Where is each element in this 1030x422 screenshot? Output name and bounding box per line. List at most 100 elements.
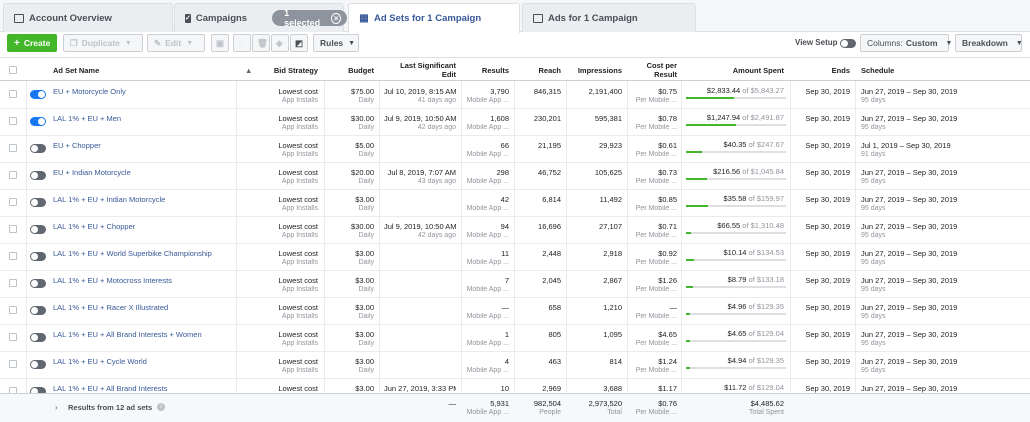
header-bid-strategy[interactable]: Bid Strategy	[250, 58, 318, 82]
tag-button[interactable]: ◈	[271, 34, 289, 52]
ad-set-name-link[interactable]: LAL 1% + EU + All Brand Interests	[53, 384, 167, 393]
table-row[interactable]: EU + Motorcycle Only Lowest cost App Insta…	[0, 82, 1030, 109]
table-row[interactable]: LAL 1% + EU + Racer X Illustrated Lowest …	[0, 298, 1030, 325]
row-checkbox[interactable]	[9, 198, 17, 206]
table-row[interactable]: LAL 1% + EU + Men Lowest cost App Installs…	[0, 109, 1030, 136]
ad-set-toggle[interactable]	[30, 171, 46, 180]
table-row[interactable]: LAL 1% + EU + Motocross Interests Lowest …	[0, 271, 1030, 298]
ad-set-toggle[interactable]	[30, 144, 46, 153]
ad-set-toggle[interactable]	[30, 198, 46, 207]
header-results[interactable]: Results	[462, 58, 509, 82]
tab-ads[interactable]: Ads for 1 Campaign	[522, 3, 696, 32]
header-amount-spent[interactable]: Amount Spent	[682, 58, 784, 82]
schedule-days: 95 days	[861, 259, 886, 266]
bid-strategy-sub: App Installs	[281, 178, 318, 185]
ad-set-name-link[interactable]: LAL 1% + EU + Indian Motorcycle	[53, 195, 165, 204]
footer-amount-spent: $4,485.62	[750, 399, 784, 408]
ad-set-toggle[interactable]	[30, 333, 46, 342]
ad-set-toggle[interactable]	[30, 90, 46, 99]
ad-set-toggle[interactable]	[30, 117, 46, 126]
tab-account-overview[interactable]: Account Overview	[3, 3, 173, 32]
ad-set-name-link[interactable]: LAL 1% + EU + Men	[53, 114, 121, 123]
ad-set-name-link[interactable]: LAL 1% + EU + Motocross Interests	[53, 276, 172, 285]
header-impressions[interactable]: Impressions	[567, 58, 622, 82]
amount-spent: $10.14 of $134.53	[724, 248, 785, 257]
schedule-value: Jun 27, 2019 – Sep 30, 2019	[861, 114, 958, 123]
ad-set-toggle[interactable]	[30, 306, 46, 315]
row-checkbox[interactable]	[9, 252, 17, 260]
rules-label: Rules	[320, 38, 344, 48]
header-ad-set-name[interactable]: Ad Set Name	[53, 58, 99, 82]
ab-test-button[interactable]: ▣	[211, 34, 229, 52]
cost-per-result-sub: Per Mobile ...	[635, 205, 677, 212]
results-value: 4	[504, 357, 509, 366]
table-row[interactable]: LAL 1% + EU + All Brand Interests + Wome…	[0, 325, 1030, 352]
row-checkbox[interactable]	[9, 90, 17, 98]
info-icon[interactable]: i	[157, 403, 165, 411]
row-checkbox[interactable]	[9, 360, 17, 368]
footer-reach-sub: People	[539, 409, 561, 416]
header-last-significant-edit[interactable]: Last Significant Edit	[384, 58, 456, 82]
preview-button[interactable]: ◩	[290, 34, 308, 52]
ad-set-name-link[interactable]: EU + Indian Motorcycle	[53, 168, 131, 177]
rules-button[interactable]: Rules ▼	[313, 34, 359, 52]
ad-set-name-link[interactable]: LAL 1% + EU + Cycle World	[53, 357, 147, 366]
selected-pill[interactable]: 1 selected ×	[272, 8, 348, 28]
ad-set-toggle[interactable]	[30, 360, 46, 369]
columns-dropdown[interactable]: Columns: Custom ▼	[860, 34, 952, 52]
row-checkbox[interactable]	[9, 117, 17, 125]
ad-set-name-link[interactable]: LAL 1% + EU + All Brand Interests + Wome…	[53, 330, 202, 339]
ad-sets-icon: ▦	[359, 13, 369, 24]
ad-set-name-link[interactable]: LAL 1% + EU + World Superbike Championsh…	[53, 249, 212, 258]
budget-value: $5.00	[355, 141, 374, 150]
clear-selection-icon[interactable]: ×	[331, 12, 342, 24]
breakdown-dropdown[interactable]: Breakdown ▼	[955, 34, 1023, 52]
delete-button[interactable]: 🗑	[252, 34, 270, 52]
archive-button[interactable]: ◌	[233, 34, 251, 52]
ad-set-name-link[interactable]: LAL 1% + EU + Racer X Illustrated	[53, 303, 168, 312]
ad-set-toggle[interactable]	[30, 279, 46, 288]
tab-campaigns[interactable]: ✓ Campaigns 1 selected ×	[174, 3, 348, 32]
header-schedule[interactable]: Schedule	[861, 58, 894, 82]
header-budget[interactable]: Budget	[325, 58, 374, 82]
view-setup-toggle[interactable]	[840, 39, 856, 48]
bid-strategy-sub: App Installs	[281, 232, 318, 239]
reach-value: 2,448	[542, 249, 561, 258]
ad-set-name-link[interactable]: EU + Motorcycle Only	[53, 87, 126, 96]
cost-per-result-value: $0.92	[658, 249, 677, 258]
header-reach[interactable]: Reach	[515, 58, 561, 82]
row-checkbox[interactable]	[9, 333, 17, 341]
row-checkbox[interactable]	[9, 144, 17, 152]
header-ends[interactable]: Ends	[791, 58, 850, 82]
impressions-value: 2,867	[603, 276, 622, 285]
cost-per-result-value: $1.17	[658, 384, 677, 393]
row-checkbox[interactable]	[9, 306, 17, 314]
bid-strategy-value: Lowest cost	[278, 330, 318, 339]
ad-set-name-link[interactable]: LAL 1% + EU + Chopper	[53, 222, 135, 231]
edit-button[interactable]: ✎ Edit ▼	[147, 34, 205, 52]
create-button[interactable]: + Create	[7, 34, 57, 52]
tab-ad-sets[interactable]: ▦ Ad Sets for 1 Campaign	[348, 3, 520, 33]
duplicate-button[interactable]: ❐ Duplicate ▼	[63, 34, 143, 52]
ad-set-name-link[interactable]: EU + Chopper	[53, 141, 101, 150]
expand-icon[interactable]: ›	[55, 403, 58, 412]
row-checkbox[interactable]	[9, 225, 17, 233]
table-row[interactable]: LAL 1% + EU + World Superbike Championsh…	[0, 244, 1030, 271]
reach-value: 805	[548, 330, 561, 339]
table-row[interactable]: LAL 1% + EU + Indian Motorcycle Lowest co…	[0, 190, 1030, 217]
ad-set-toggle[interactable]	[30, 252, 46, 261]
ends-value: Sep 30, 2019	[805, 303, 850, 312]
bid-strategy-value: Lowest cost	[278, 276, 318, 285]
ad-set-toggle[interactable]	[30, 225, 46, 234]
row-checkbox[interactable]	[9, 279, 17, 287]
select-all-checkbox[interactable]	[9, 66, 17, 74]
results-sub: Mobile App ...	[466, 205, 509, 212]
row-checkbox[interactable]	[9, 171, 17, 179]
table-row[interactable]: LAL 1% + EU + Cycle World Lowest cost App …	[0, 352, 1030, 379]
table-row[interactable]: LAL 1% + EU + Chopper Lowest cost App Inst…	[0, 217, 1030, 244]
table-row[interactable]: EU + Chopper Lowest cost App Installs $5.00…	[0, 136, 1030, 163]
amount-spent: $4.94 of $129.35	[728, 356, 784, 365]
ends-value: Sep 30, 2019	[805, 249, 850, 258]
header-cost-per-result[interactable]: Cost per Result	[634, 58, 677, 82]
table-row[interactable]: EU + Indian Motorcycle Lowest cost App Ins…	[0, 163, 1030, 190]
